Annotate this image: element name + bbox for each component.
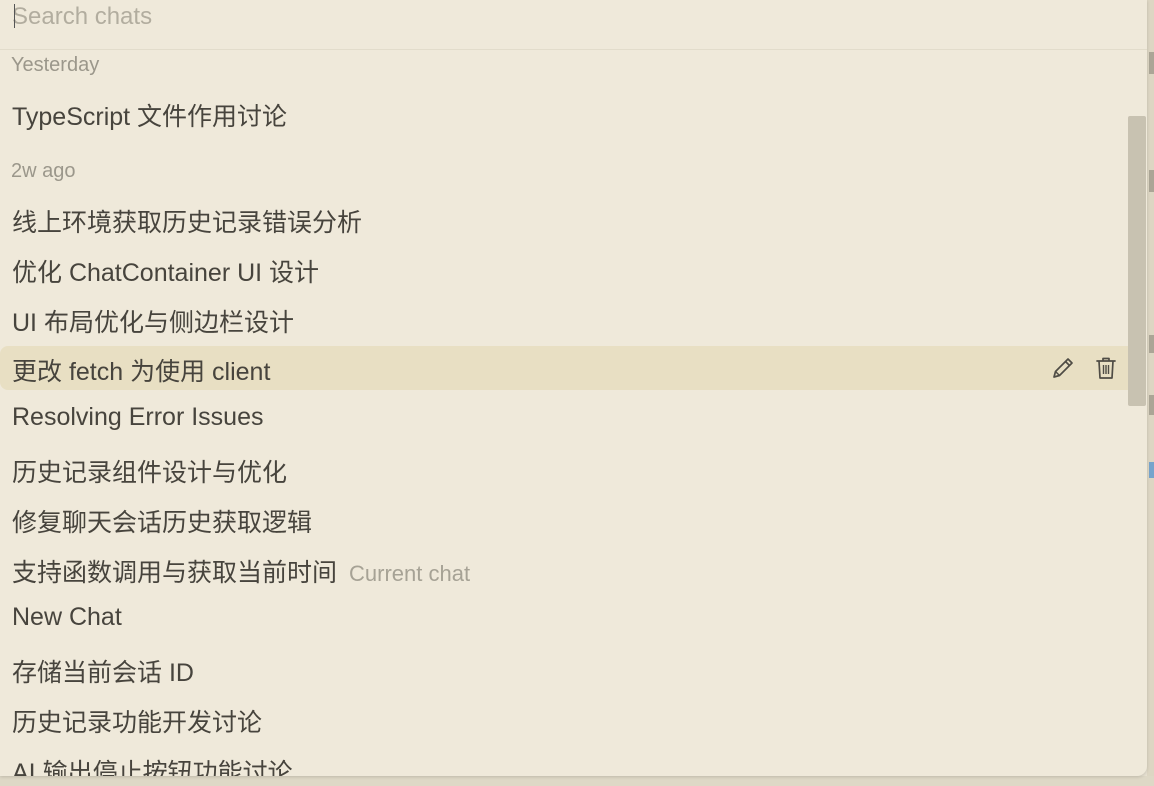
list-item[interactable]: 线上环境获取历史记录错误分析 <box>0 197 1138 241</box>
group-label-yesterday: Yesterday <box>11 54 100 76</box>
list-item-hovered[interactable]: 更改 fetch 为使用 client <box>0 346 1138 390</box>
chat-title: AI 输出停止按钮功能讨论 <box>12 759 293 776</box>
list-item-current[interactable]: 支持函数调用与获取当前时间 Current chat <box>0 547 1138 591</box>
chat-history-panel: Yesterday TypeScript 文件作用讨论 2w ago 线上环境获… <box>0 0 1147 776</box>
scrollbar-thumb[interactable] <box>1128 116 1146 406</box>
list-item[interactable]: New Chat <box>0 597 1138 641</box>
list-item[interactable]: 优化 ChatContainer UI 设计 <box>0 247 1138 291</box>
scrollbar[interactable] <box>1127 50 1147 776</box>
chat-list[interactable]: Yesterday TypeScript 文件作用讨论 2w ago 线上环境获… <box>0 50 1138 776</box>
list-item[interactable]: 历史记录组件设计与优化 <box>0 447 1138 491</box>
chat-title: New Chat <box>12 603 122 631</box>
group-label-2w-ago: 2w ago <box>11 160 76 182</box>
pencil-icon[interactable] <box>1049 354 1077 382</box>
chat-title: 更改 fetch 为使用 client <box>12 358 271 386</box>
search-input[interactable] <box>12 0 1112 34</box>
chat-title-text: 支持函数调用与获取当前时间 <box>12 559 338 587</box>
chat-title: 存储当前会话 ID <box>12 659 194 687</box>
text-caret <box>14 4 15 28</box>
chat-title: 支持函数调用与获取当前时间 Current chat <box>12 553 470 589</box>
list-item[interactable]: 修复聊天会话历史获取逻辑 <box>0 497 1138 541</box>
chat-title: 线上环境获取历史记录错误分析 <box>12 209 363 237</box>
background-window-edge <box>1147 0 1154 786</box>
list-item[interactable]: AI 输出停止按钮功能讨论 <box>0 747 1138 776</box>
list-item[interactable]: Resolving Error Issues <box>0 397 1138 441</box>
chat-title: 历史记录功能开发讨论 <box>12 709 263 737</box>
trash-icon[interactable] <box>1092 354 1120 382</box>
chat-title: 历史记录组件设计与优化 <box>12 459 288 487</box>
list-item[interactable]: TypeScript 文件作用讨论 <box>0 91 1138 135</box>
chat-title: 修复聊天会话历史获取逻辑 <box>12 509 313 537</box>
list-item[interactable]: UI 布局优化与侧边栏设计 <box>0 297 1138 341</box>
chat-title: 优化 ChatContainer UI 设计 <box>12 259 320 287</box>
chat-title: Resolving Error Issues <box>12 403 264 431</box>
background-window-bottom <box>0 776 1154 786</box>
chat-title: TypeScript 文件作用讨论 <box>12 103 288 131</box>
chat-title: UI 布局优化与侧边栏设计 <box>12 309 294 337</box>
current-chat-badge: Current chat <box>349 561 471 586</box>
search-bar <box>0 0 1147 50</box>
list-item[interactable]: 历史记录功能开发讨论 <box>0 697 1138 741</box>
list-item[interactable]: 存储当前会话 ID <box>0 647 1138 691</box>
